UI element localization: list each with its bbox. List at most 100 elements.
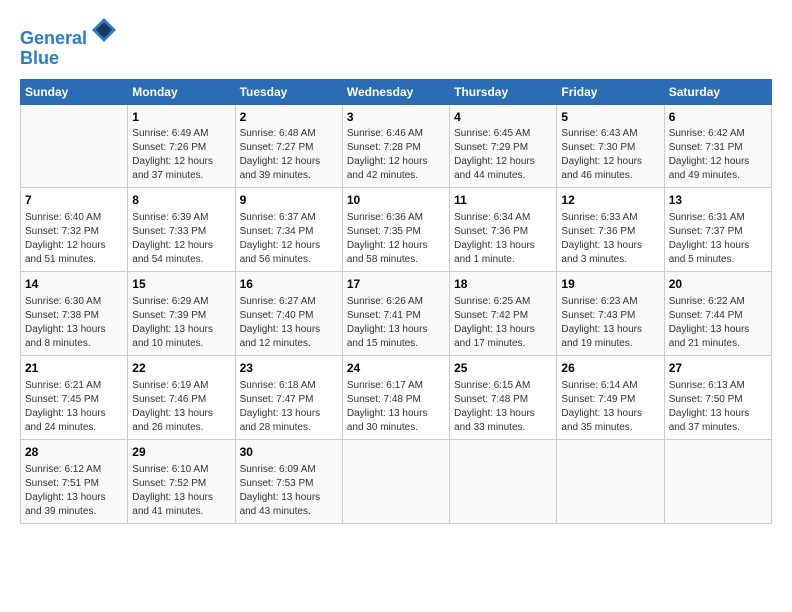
calendar-cell: 10Sunrise: 6:36 AM Sunset: 7:35 PM Dayli…: [342, 188, 449, 272]
calendar-cell: [450, 439, 557, 523]
day-number: 11: [454, 192, 552, 209]
day-info: Sunrise: 6:37 AM Sunset: 7:34 PM Dayligh…: [240, 211, 338, 267]
calendar-cell: 23 Sunrise: 6:18 AM Sunset: 7:47 PM Dayli…: [235, 355, 342, 439]
calendar-cell: 29 Sunrise: 6:10 AM Sunset: 7:52 PM Dayli…: [128, 439, 235, 523]
day-number: 15: [132, 276, 230, 293]
week-row-2: 7Sunrise: 6:40 AM Sunset: 7:32 PM Daylig…: [21, 188, 772, 272]
day-info: Sunrise: 6:42 AM Sunset: 7:31 PM Dayligh…: [669, 127, 767, 183]
calendar-cell: 1Sunrise: 6:49 AM Sunset: 7:26 PM Daylig…: [128, 104, 235, 188]
calendar-cell: 26 Sunrise: 6:14 AM Sunset: 7:49 PM Dayli…: [557, 355, 664, 439]
day-info: Sunrise: 6:49 AM Sunset: 7:26 PM Dayligh…: [132, 127, 230, 183]
day-number: 16: [240, 276, 338, 293]
day-number: 30: [240, 444, 338, 461]
calendar-cell: [664, 439, 771, 523]
day-info: Sunrise: 6:26 AM Sunset: 7:41 PM Dayligh…: [347, 295, 445, 351]
day-info: Sunrise: 6:19 AM Sunset: 7:46 PM Dayligh…: [132, 379, 230, 435]
logo: General Blue: [20, 16, 118, 69]
calendar-cell: 4Sunrise: 6:45 AM Sunset: 7:29 PM Daylig…: [450, 104, 557, 188]
col-header-saturday: Saturday: [664, 79, 771, 104]
calendar-cell: 9 Sunrise: 6:37 AM Sunset: 7:34 PM Daylig…: [235, 188, 342, 272]
calendar-cell: 15 Sunrise: 6:29 AM Sunset: 7:39 PM Dayli…: [128, 272, 235, 356]
day-number: 27: [669, 360, 767, 377]
day-number: 9: [240, 192, 338, 209]
day-info: Sunrise: 6:17 AM Sunset: 7:48 PM Dayligh…: [347, 379, 445, 435]
calendar-cell: 14 Sunrise: 6:30 AM Sunset: 7:38 PM Dayli…: [21, 272, 128, 356]
day-info: Sunrise: 6:23 AM Sunset: 7:43 PM Dayligh…: [561, 295, 659, 351]
day-number: 26: [561, 360, 659, 377]
day-info: Sunrise: 6:12 AM Sunset: 7:51 PM Dayligh…: [25, 463, 123, 519]
day-number: 22: [132, 360, 230, 377]
col-header-wednesday: Wednesday: [342, 79, 449, 104]
day-number: 12: [561, 192, 659, 209]
day-number: 6: [669, 109, 767, 126]
day-number: 28: [25, 444, 123, 461]
day-info: Sunrise: 6:15 AM Sunset: 7:48 PM Dayligh…: [454, 379, 552, 435]
page: General Blue SundayMondayTuesdayWednesda…: [0, 0, 792, 534]
day-info: Sunrise: 6:22 AM Sunset: 7:44 PM Dayligh…: [669, 295, 767, 351]
calendar-cell: [21, 104, 128, 188]
day-info: Sunrise: 6:36 AM Sunset: 7:35 PM Dayligh…: [347, 211, 445, 267]
day-number: 29: [132, 444, 230, 461]
day-number: 14: [25, 276, 123, 293]
calendar-cell: 3Sunrise: 6:46 AM Sunset: 7:28 PM Daylig…: [342, 104, 449, 188]
col-header-sunday: Sunday: [21, 79, 128, 104]
day-number: 20: [669, 276, 767, 293]
calendar-cell: [342, 439, 449, 523]
day-info: Sunrise: 6:29 AM Sunset: 7:39 PM Dayligh…: [132, 295, 230, 351]
day-number: 1: [132, 109, 230, 126]
day-number: 21: [25, 360, 123, 377]
day-info: Sunrise: 6:21 AM Sunset: 7:45 PM Dayligh…: [25, 379, 123, 435]
day-info: Sunrise: 6:10 AM Sunset: 7:52 PM Dayligh…: [132, 463, 230, 519]
calendar-cell: 30 Sunrise: 6:09 AM Sunset: 7:53 PM Dayli…: [235, 439, 342, 523]
calendar-cell: 7Sunrise: 6:40 AM Sunset: 7:32 PM Daylig…: [21, 188, 128, 272]
calendar-header-row: SundayMondayTuesdayWednesdayThursdayFrid…: [21, 79, 772, 104]
day-number: 4: [454, 109, 552, 126]
day-info: Sunrise: 6:14 AM Sunset: 7:49 PM Dayligh…: [561, 379, 659, 435]
day-info: Sunrise: 6:18 AM Sunset: 7:47 PM Dayligh…: [240, 379, 338, 435]
col-header-thursday: Thursday: [450, 79, 557, 104]
logo-general: General: [20, 28, 87, 48]
day-info: Sunrise: 6:48 AM Sunset: 7:27 PM Dayligh…: [240, 127, 338, 183]
day-number: 24: [347, 360, 445, 377]
day-number: 13: [669, 192, 767, 209]
day-info: Sunrise: 6:31 AM Sunset: 7:37 PM Dayligh…: [669, 211, 767, 267]
day-number: 23: [240, 360, 338, 377]
calendar-body: 1Sunrise: 6:49 AM Sunset: 7:26 PM Daylig…: [21, 104, 772, 523]
week-row-1: 1Sunrise: 6:49 AM Sunset: 7:26 PM Daylig…: [21, 104, 772, 188]
calendar-cell: 11 Sunrise: 6:34 AM Sunset: 7:36 PM Dayli…: [450, 188, 557, 272]
day-info: Sunrise: 6:09 AM Sunset: 7:53 PM Dayligh…: [240, 463, 338, 519]
logo-icon: [90, 16, 118, 44]
day-info: Sunrise: 6:46 AM Sunset: 7:28 PM Dayligh…: [347, 127, 445, 183]
col-header-tuesday: Tuesday: [235, 79, 342, 104]
day-number: 19: [561, 276, 659, 293]
calendar-cell: [557, 439, 664, 523]
day-number: 17: [347, 276, 445, 293]
calendar-cell: 6Sunrise: 6:42 AM Sunset: 7:31 PM Daylig…: [664, 104, 771, 188]
week-row-5: 28 Sunrise: 6:12 AM Sunset: 7:51 PM Dayli…: [21, 439, 772, 523]
calendar-cell: 27 Sunrise: 6:13 AM Sunset: 7:50 PM Dayli…: [664, 355, 771, 439]
calendar-cell: 12 Sunrise: 6:33 AM Sunset: 7:36 PM Dayli…: [557, 188, 664, 272]
day-number: 18: [454, 276, 552, 293]
calendar-cell: 5Sunrise: 6:43 AM Sunset: 7:30 PM Daylig…: [557, 104, 664, 188]
day-number: 25: [454, 360, 552, 377]
calendar-cell: 17 Sunrise: 6:26 AM Sunset: 7:41 PM Dayli…: [342, 272, 449, 356]
day-number: 8: [132, 192, 230, 209]
day-info: Sunrise: 6:13 AM Sunset: 7:50 PM Dayligh…: [669, 379, 767, 435]
week-row-4: 21 Sunrise: 6:21 AM Sunset: 7:45 PM Dayli…: [21, 355, 772, 439]
day-number: 3: [347, 109, 445, 126]
calendar-cell: 19 Sunrise: 6:23 AM Sunset: 7:43 PM Dayli…: [557, 272, 664, 356]
calendar-cell: 21 Sunrise: 6:21 AM Sunset: 7:45 PM Dayli…: [21, 355, 128, 439]
logo-blue: Blue: [20, 48, 59, 68]
day-info: Sunrise: 6:30 AM Sunset: 7:38 PM Dayligh…: [25, 295, 123, 351]
calendar-cell: 20 Sunrise: 6:22 AM Sunset: 7:44 PM Dayli…: [664, 272, 771, 356]
col-header-monday: Monday: [128, 79, 235, 104]
day-info: Sunrise: 6:39 AM Sunset: 7:33 PM Dayligh…: [132, 211, 230, 267]
calendar-cell: 24 Sunrise: 6:17 AM Sunset: 7:48 PM Dayli…: [342, 355, 449, 439]
logo-text: General Blue: [20, 16, 118, 69]
day-info: Sunrise: 6:45 AM Sunset: 7:29 PM Dayligh…: [454, 127, 552, 183]
day-info: Sunrise: 6:43 AM Sunset: 7:30 PM Dayligh…: [561, 127, 659, 183]
day-info: Sunrise: 6:25 AM Sunset: 7:42 PM Dayligh…: [454, 295, 552, 351]
day-info: Sunrise: 6:34 AM Sunset: 7:36 PM Dayligh…: [454, 211, 552, 267]
day-info: Sunrise: 6:33 AM Sunset: 7:36 PM Dayligh…: [561, 211, 659, 267]
calendar-cell: 22 Sunrise: 6:19 AM Sunset: 7:46 PM Dayli…: [128, 355, 235, 439]
